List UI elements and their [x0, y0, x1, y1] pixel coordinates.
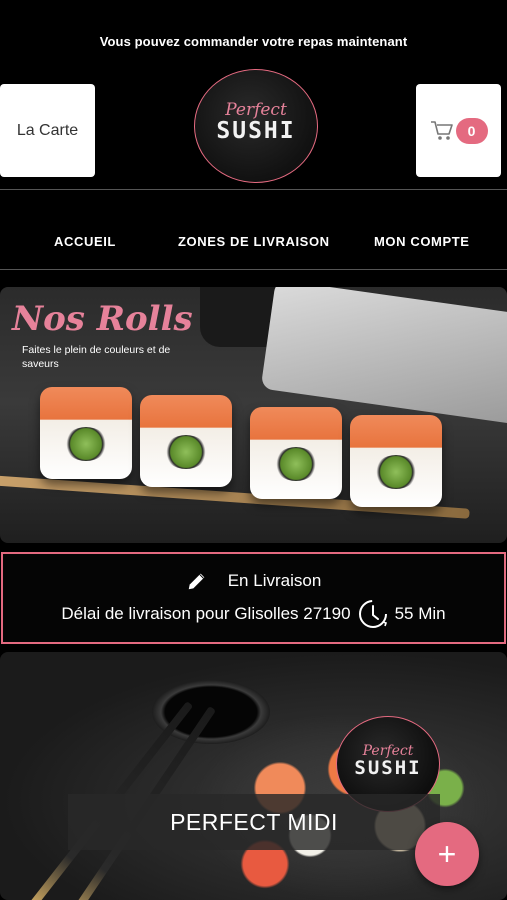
roll-image — [350, 415, 442, 507]
nav-accueil[interactable]: ACCUEIL — [54, 234, 116, 249]
rolls-banner[interactable]: Nos Rolls Faites le plein de couleurs et… — [0, 287, 507, 543]
banner-title: Nos Rolls — [12, 299, 193, 339]
cart-count-badge: 0 — [455, 117, 488, 144]
product-label: PERFECT MIDI — [68, 794, 440, 850]
la-carte-label: La Carte — [16, 121, 79, 139]
logo[interactable]: Perfect SUSHI — [194, 69, 318, 183]
logo-sushi-text: SUSHI — [354, 757, 422, 779]
add-to-cart-button[interactable]: + — [415, 822, 479, 886]
logo-sushi-text: SUSHI — [216, 118, 296, 144]
plate-decor — [260, 287, 507, 425]
divider — [0, 269, 507, 270]
la-carte-button[interactable]: La Carte — [0, 84, 95, 177]
roll-image — [250, 407, 342, 499]
roll-image — [40, 387, 132, 479]
banner-subtitle: Faites le plein de couleurs et de saveur… — [22, 344, 171, 370]
cart-button[interactable]: 0 — [416, 84, 501, 177]
delivery-text: Délai de livraison pour Glisolles 27190 — [61, 604, 351, 623]
main-nav: ACCUEIL ZONES DE LIVRAISON MON COMPTE — [0, 190, 507, 270]
top-message: Vous pouvez commander votre repas mainte… — [99, 34, 408, 49]
product-card[interactable]: Perfect SUSHI PERFECT MIDI + — [0, 652, 507, 900]
nav-mon-compte[interactable]: MON COMPTE — [374, 234, 470, 249]
delivery-time: 55 Min — [394, 604, 446, 623]
delivery-info-box[interactable]: En Livraison Délai de livraison pour Gli… — [1, 552, 506, 644]
roll-image — [140, 395, 232, 487]
clock-icon — [358, 600, 387, 628]
logo-perfect-text: Perfect — [225, 100, 287, 120]
cart-icon — [430, 120, 453, 140]
delivery-mode: En Livraison — [227, 571, 322, 590]
pencil-icon — [188, 573, 205, 590]
nav-zones-de-livraison[interactable]: ZONES DE LIVRAISON — [178, 234, 330, 249]
